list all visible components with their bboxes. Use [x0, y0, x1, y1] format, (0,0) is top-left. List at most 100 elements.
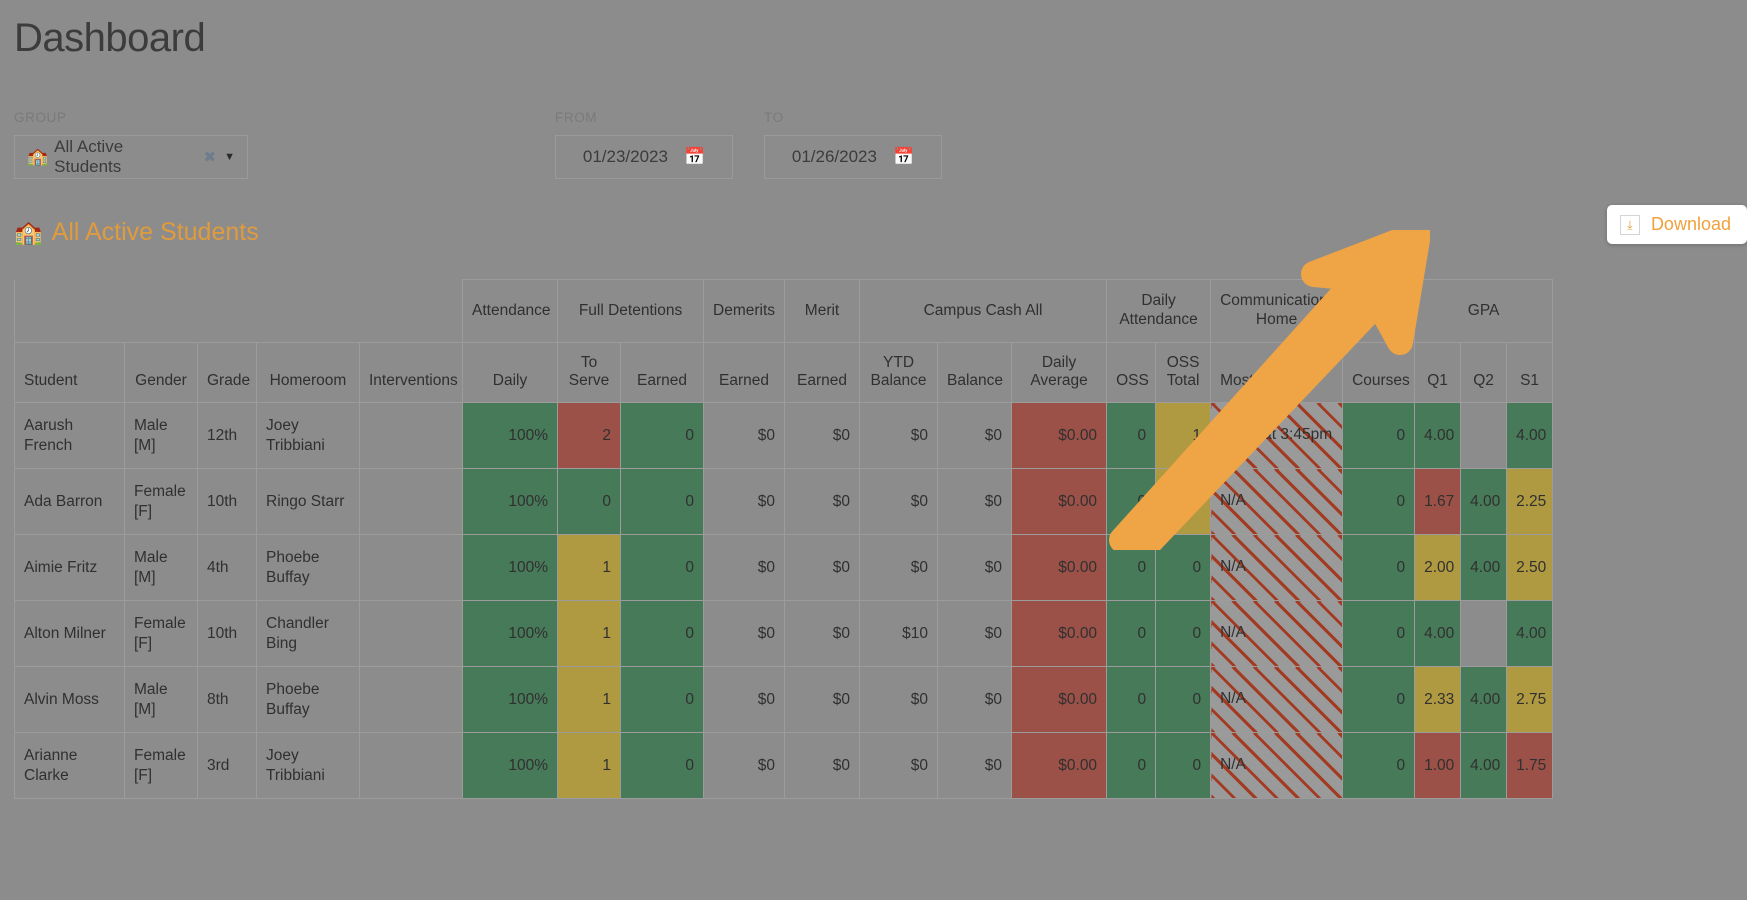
cell-oss-total: 0	[1155, 534, 1212, 601]
calendar-icon[interactable]: 📅	[684, 147, 705, 167]
cell-s1: 1.75	[1506, 732, 1554, 799]
student-name-link[interactable]: Aarush French	[14, 402, 125, 469]
student-name-link[interactable]: Ada Barron	[14, 468, 125, 535]
table-row: Aarush French Male [M] 12th Joey Tribbiani 1…	[14, 402, 1554, 469]
column-header-merit-earned[interactable]: Earned	[784, 342, 861, 403]
section-title: 🏫 All Active Students	[14, 218, 259, 247]
column-header-s1[interactable]: S1	[1506, 342, 1554, 403]
column-header-courses[interactable]: Courses	[1342, 342, 1416, 403]
cell-daily-average: $0.00	[1011, 402, 1108, 469]
cell-det-earned: 0	[620, 468, 705, 535]
calendar-icon[interactable]: 📅	[893, 147, 914, 167]
group-select[interactable]: 🏫 All Active Students ✖ ▼	[14, 135, 248, 179]
column-header-to-serve[interactable]: To Serve	[557, 342, 622, 403]
student-name-link[interactable]: Arianne Clarke	[14, 732, 125, 799]
chevron-down-icon[interactable]: ▼	[224, 151, 235, 163]
cell-s1: 2.50	[1506, 534, 1554, 601]
cell-courses: 0	[1342, 666, 1416, 733]
cell-to-serve: 2	[557, 402, 622, 469]
cell-oss-total: 1	[1155, 468, 1212, 535]
clear-icon[interactable]: ✖	[204, 148, 217, 166]
table-row: Aimie Fritz Male [M] 4th Phoebe Buffay 100% 1…	[14, 534, 1554, 601]
homeroom-link[interactable]: Chandler Bing	[256, 600, 360, 667]
cell-most-recent: N/A	[1210, 732, 1344, 799]
group-header-daily-attendance: Daily Attendance	[1106, 279, 1212, 343]
column-header-demerits-earned[interactable]: Earned	[703, 342, 786, 403]
to-filter: TO 01/26/2023 📅	[764, 110, 942, 179]
download-button[interactable]: ⤓ Download	[1606, 205, 1747, 244]
cell-q2: 4.00	[1460, 468, 1508, 535]
school-building-icon: 🏫	[27, 147, 49, 166]
cell-det-earned: 0	[620, 402, 705, 469]
cell-ytd-balance: $0	[859, 402, 939, 469]
group-filter: GROUP 🏫 All Active Students ✖ ▼	[14, 110, 248, 179]
column-header-q2[interactable]: Q2	[1460, 342, 1508, 403]
column-header-student[interactable]: Student	[14, 342, 125, 403]
cell-s1: 2.75	[1506, 666, 1554, 733]
table-row: Arianne Clarke Female [F] 3rd Joey Tribbian…	[14, 732, 1554, 799]
group-header-unlabeled	[1342, 279, 1416, 343]
cell-s1: 4.00	[1506, 402, 1554, 469]
cell-merit: $0	[784, 402, 861, 469]
cell-grade: 12th	[197, 402, 257, 469]
to-date-value: 01/26/2023	[791, 147, 877, 166]
cell-balance: $0	[937, 534, 1013, 601]
cell-ytd-balance: $0	[859, 468, 939, 535]
cell-courses: 0	[1342, 534, 1416, 601]
homeroom-link[interactable]: Joey Tribbiani	[256, 402, 360, 469]
group-header-row: Attendance Full Detentions Demerits Meri…	[13, 279, 1554, 343]
cell-s1: 4.00	[1506, 600, 1554, 667]
cell-merit: $0	[784, 666, 861, 733]
cell-to-serve: 0	[557, 468, 622, 535]
cell-balance: $0	[937, 402, 1013, 469]
group-header-merit: Merit	[784, 279, 861, 343]
student-name-link[interactable]: Alvin Moss	[14, 666, 125, 733]
cell-to-serve: 1	[557, 732, 622, 799]
column-header-grade[interactable]: Grade	[197, 342, 257, 403]
cell-daily-average: $0.00	[1011, 666, 1108, 733]
homeroom-link[interactable]: Phoebe Buffay	[256, 666, 360, 733]
column-header-daily[interactable]: Daily	[462, 342, 559, 403]
homeroom-link[interactable]: Phoebe Buffay	[256, 534, 360, 601]
column-header-homeroom[interactable]: Homeroom	[256, 342, 360, 403]
cell-gender: Female [F]	[124, 600, 198, 667]
cell-oss: 0	[1106, 666, 1157, 733]
group-header-gpa: GPA	[1414, 279, 1554, 343]
column-header-detentions-earned[interactable]: Earned	[620, 342, 705, 403]
column-header-balance[interactable]: Balance	[937, 342, 1013, 403]
cell-interventions	[358, 666, 464, 733]
cell-q2	[1460, 402, 1508, 469]
cell-det-earned: 0	[620, 666, 705, 733]
homeroom-link[interactable]: Ringo Starr	[256, 468, 360, 535]
cell-oss-total: 1	[1155, 402, 1212, 469]
column-header-most-recent[interactable]: Most Recent	[1210, 342, 1344, 403]
student-name-link[interactable]: Alton Milner	[14, 600, 125, 667]
cell-daily-average: $0.00	[1011, 534, 1108, 601]
to-date-input[interactable]: 01/26/2023 📅	[764, 135, 942, 179]
column-header-daily-average[interactable]: Daily Average	[1011, 342, 1108, 403]
cell-gender: Female [F]	[124, 732, 198, 799]
cell-merit: $0	[784, 468, 861, 535]
cell-det-earned: 0	[620, 732, 705, 799]
student-name-link[interactable]: Aimie Fritz	[14, 534, 125, 601]
cell-q2: 4.00	[1460, 732, 1508, 799]
group-filter-label: GROUP	[14, 110, 67, 125]
column-header-ytd-balance[interactable]: YTD Balance	[859, 342, 939, 403]
cell-balance: $0	[937, 666, 1013, 733]
cell-most-recent: 10/21 at 3:45pm	[1210, 402, 1344, 469]
cell-q1: 2.00	[1414, 534, 1462, 601]
column-header-gender[interactable]: Gender	[124, 342, 198, 403]
cell-courses: 0	[1342, 402, 1416, 469]
cell-demerits: $0	[703, 402, 786, 469]
cell-oss: 0	[1106, 402, 1157, 469]
column-header-q1[interactable]: Q1	[1414, 342, 1462, 403]
homeroom-link[interactable]: Joey Tribbiani	[256, 732, 360, 799]
from-date-input[interactable]: 01/23/2023 📅	[555, 135, 733, 179]
column-header-interventions[interactable]: Interventions	[358, 342, 464, 403]
cell-daily: 100%	[462, 534, 559, 601]
cell-det-earned: 0	[620, 600, 705, 667]
cell-daily: 100%	[462, 468, 559, 535]
column-header-oss[interactable]: OSS	[1106, 342, 1157, 403]
column-header-oss-total[interactable]: OSS Total	[1155, 342, 1212, 403]
cell-demerits: $0	[703, 732, 786, 799]
